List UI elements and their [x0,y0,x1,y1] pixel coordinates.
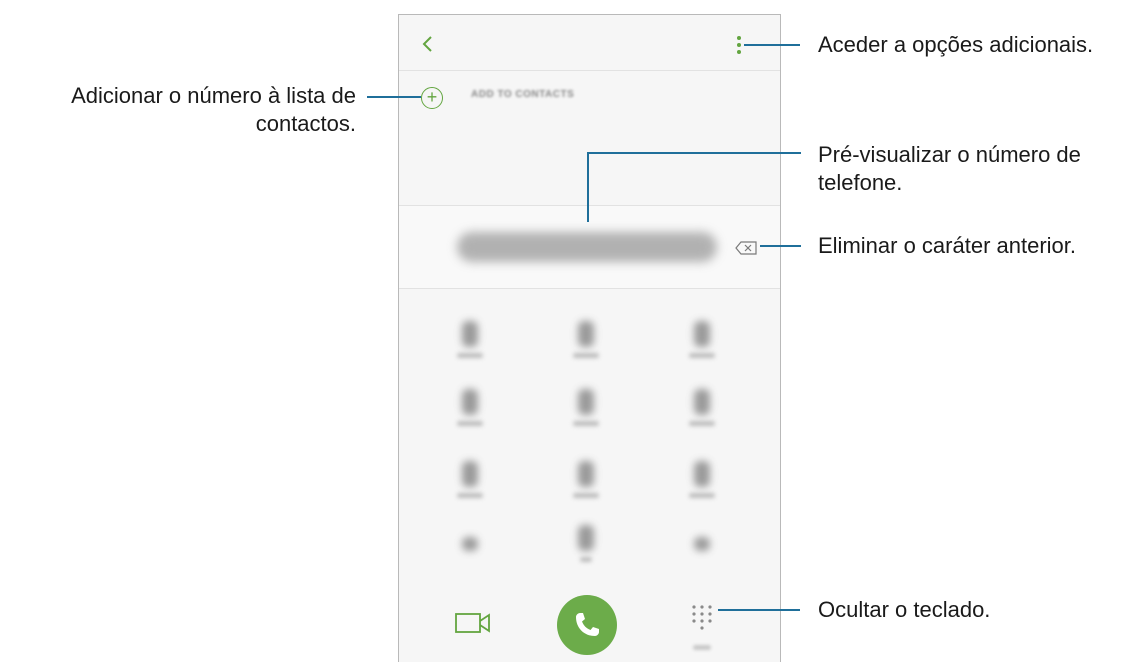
callout-line-preview-h [587,152,801,154]
phone-number-preview [457,232,717,262]
hide-keypad-label [693,645,711,650]
callout-line-preview-v [587,152,589,222]
phone-icon [576,613,599,636]
back-button[interactable] [417,33,439,55]
callout-add-contact-line2: contactos. [255,111,356,136]
top-bar [399,15,780,71]
video-camera-icon [455,613,490,633]
key-5[interactable] [551,381,621,441]
dial-keypad [399,295,780,585]
add-to-contacts-button[interactable]: + [421,87,443,109]
callout-line-hide-keypad [718,609,800,611]
key-6[interactable] [667,381,737,441]
callout-line-add-contact [367,96,421,98]
callout-add-contact-line1: Adicionar o número à lista de [71,83,356,108]
callout-delete-char: Eliminar o caráter anterior. [818,233,1076,258]
key-4[interactable] [435,381,505,441]
chevron-left-icon [422,36,432,52]
callout-add-contact: Adicionar o número à lista de contactos. [71,82,356,138]
callout-line-more-options [744,44,800,46]
callout-preview-line2: telefone. [818,170,903,195]
key-9[interactable] [667,453,737,513]
call-button[interactable] [557,595,617,655]
callout-more-options: Aceder a opções adicionais. [818,32,1094,57]
key-7[interactable] [435,453,505,513]
key-star[interactable] [435,523,505,583]
plus-circle-icon: + [426,87,438,107]
key-1[interactable] [435,313,505,373]
key-8[interactable] [551,453,621,513]
backspace-icon [735,241,757,255]
hide-keypad-button[interactable] [685,601,719,655]
key-hash[interactable] [667,523,737,583]
key-3[interactable] [667,313,737,373]
phone-dialer-screen: + ADD TO CONTACTS [398,14,781,662]
add-to-contacts-label[interactable]: ADD TO CONTACTS [471,89,574,100]
backspace-button[interactable] [735,241,757,255]
key-2[interactable] [551,313,621,373]
number-preview-field[interactable] [399,205,780,289]
callout-hide-keypad: Ocultar o teclado. [818,597,991,622]
key-0[interactable] [551,517,621,577]
callout-line-delete [760,245,801,247]
callout-preview: Pré-visualizar o número de telefone. [818,141,1081,197]
video-call-button[interactable] [455,611,491,635]
bottom-action-bar [399,587,780,662]
callout-preview-line1: Pré-visualizar o número de [818,142,1081,167]
dialpad-icon [692,605,712,630]
